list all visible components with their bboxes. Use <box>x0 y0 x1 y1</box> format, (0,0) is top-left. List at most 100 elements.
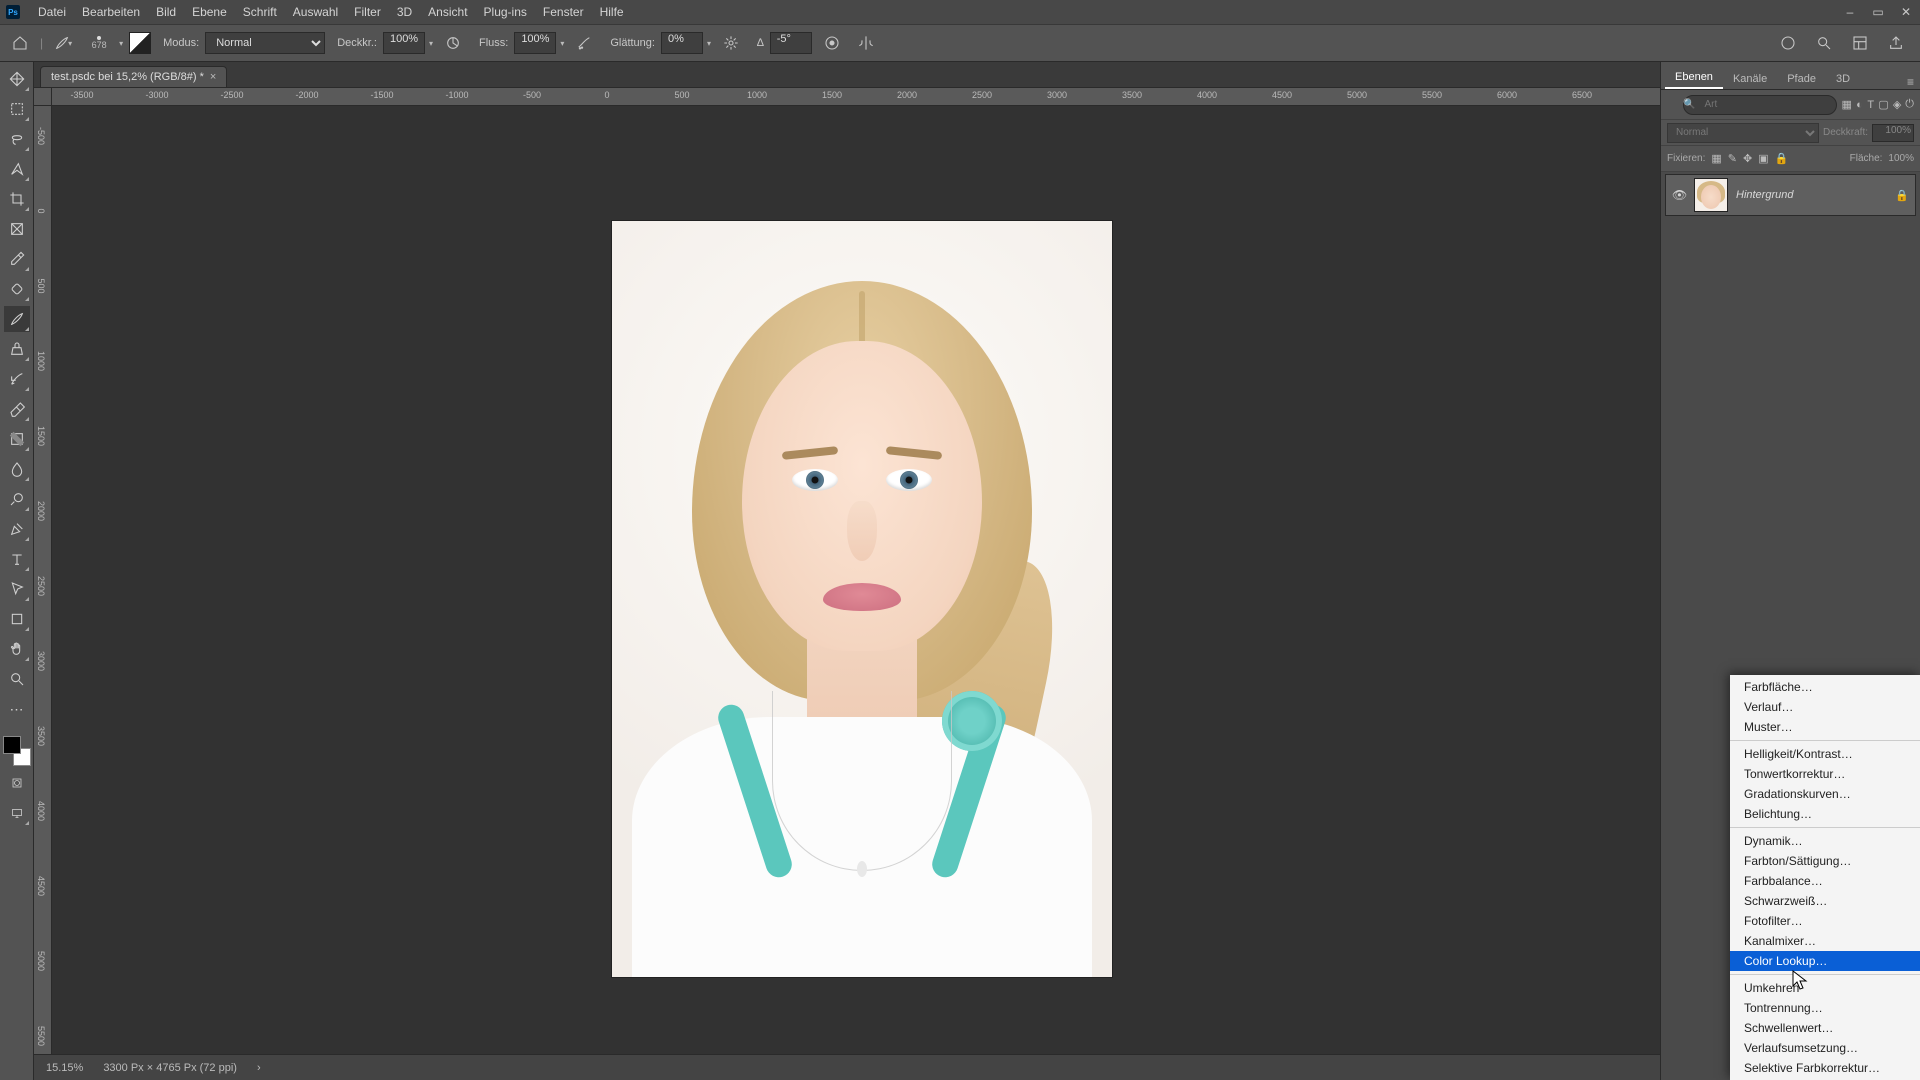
opacity-pressure-icon[interactable] <box>439 29 467 57</box>
filter-smart-icon[interactable]: ◈ <box>1893 97 1901 113</box>
menu-item[interactable]: Color Lookup… <box>1730 951 1920 971</box>
menu-ansicht[interactable]: Ansicht <box>420 0 475 24</box>
lock-artboard-icon[interactable]: ▣ <box>1758 152 1768 165</box>
tab-pfade[interactable]: Pfade <box>1777 69 1826 89</box>
menu-item[interactable]: Gradationskurven… <box>1730 784 1920 804</box>
tab-3d[interactable]: 3D <box>1826 69 1860 89</box>
menu-item[interactable]: Schwarzweiß… <box>1730 891 1920 911</box>
smoothing-field[interactable]: 0% <box>661 32 703 54</box>
window-restore-button[interactable]: ▭ <box>1864 0 1892 24</box>
symmetry-icon[interactable] <box>852 29 880 57</box>
quick-select-tool[interactable] <box>4 156 30 182</box>
menu-item[interactable]: Helligkeit/Kontrast… <box>1730 744 1920 764</box>
lock-all-icon[interactable]: 🔒 <box>1775 152 1789 165</box>
lock-move-icon[interactable]: ✥ <box>1743 152 1752 165</box>
brush-panel-toggle-icon[interactable] <box>129 32 151 54</box>
color-swatches[interactable] <box>3 736 31 766</box>
panel-menu-icon[interactable]: ≡ <box>1907 75 1920 89</box>
move-tool[interactable] <box>4 66 30 92</box>
gradient-tool[interactable] <box>4 426 30 452</box>
document-tab[interactable]: test.psdc bei 15,2% (RGB/8#) * × <box>40 66 227 87</box>
ruler-vertical[interactable]: -500050010001500200025003000350040004500… <box>34 106 52 1054</box>
menu-item[interactable]: Farbton/Sättigung… <box>1730 851 1920 871</box>
cloud-docs-icon[interactable] <box>1774 29 1802 57</box>
pressure-size-icon[interactable] <box>818 29 846 57</box>
menu-item[interactable]: Tonwertkorrektur… <box>1730 764 1920 784</box>
healing-brush-tool[interactable] <box>4 276 30 302</box>
search-icon[interactable] <box>1810 29 1838 57</box>
eyedropper-tool[interactable] <box>4 246 30 272</box>
layer-row[interactable]: 👁 Hintergrund 🔒 <box>1665 174 1916 216</box>
status-more-icon[interactable]: › <box>257 1062 261 1074</box>
smoothing-options-icon[interactable] <box>717 29 745 57</box>
menu-3d[interactable]: 3D <box>389 0 420 24</box>
menu-item[interactable]: Muster… <box>1730 717 1920 737</box>
crop-tool[interactable] <box>4 186 30 212</box>
home-icon[interactable] <box>6 29 34 57</box>
share-icon[interactable] <box>1882 29 1910 57</box>
zoom-tool[interactable] <box>4 666 30 692</box>
foreground-color-swatch[interactable] <box>3 736 21 754</box>
layer-visibility-icon[interactable]: 👁 <box>1672 188 1686 202</box>
flow-field[interactable]: 100% <box>514 32 556 54</box>
pen-tool[interactable] <box>4 516 30 542</box>
frame-tool[interactable] <box>4 216 30 242</box>
menu-schrift[interactable]: Schrift <box>235 0 285 24</box>
lock-pixels-icon[interactable]: ▦ <box>1711 152 1721 165</box>
menu-item[interactable]: Schwellenwert… <box>1730 1018 1920 1038</box>
brush-preview[interactable]: 678 <box>83 29 115 57</box>
marquee-tool[interactable] <box>4 96 30 122</box>
lasso-tool[interactable] <box>4 126 30 152</box>
menu-datei[interactable]: Datei <box>30 0 74 24</box>
edit-toolbar-icon[interactable]: ⋯ <box>4 696 30 722</box>
angle-field[interactable]: -5° <box>770 32 812 54</box>
airbrush-icon[interactable] <box>570 29 598 57</box>
menu-ebene[interactable]: Ebene <box>184 0 235 24</box>
layer-opacity-field[interactable]: 100% <box>1872 124 1914 142</box>
history-brush-tool[interactable] <box>4 366 30 392</box>
menu-item[interactable]: Verlauf… <box>1730 697 1920 717</box>
layer-lock-icon[interactable]: 🔒 <box>1895 189 1909 202</box>
fill-field[interactable]: 100% <box>1888 153 1914 164</box>
zoom-level[interactable]: 15.15% <box>46 1062 83 1074</box>
ruler-horizontal[interactable]: -3500-3000-2500-2000-1500-1000-500050010… <box>52 88 1660 106</box>
filter-shape-icon[interactable]: ▢ <box>1878 97 1888 113</box>
tab-close-icon[interactable]: × <box>210 71 216 83</box>
window-minimize-button[interactable]: – <box>1836 0 1864 24</box>
menu-hilfe[interactable]: Hilfe <box>592 0 632 24</box>
quick-mask-icon[interactable] <box>4 770 30 796</box>
window-close-button[interactable]: ✕ <box>1892 0 1920 24</box>
arrange-docs-icon[interactable] <box>1846 29 1874 57</box>
menu-item[interactable]: Fotofilter… <box>1730 911 1920 931</box>
blur-tool[interactable] <box>4 456 30 482</box>
layer-name[interactable]: Hintergrund <box>1736 189 1887 201</box>
clone-stamp-tool[interactable] <box>4 336 30 362</box>
menu-item[interactable]: Verlaufsumsetzung… <box>1730 1038 1920 1058</box>
type-tool[interactable] <box>4 546 30 572</box>
menu-item[interactable]: Tontrennung… <box>1730 998 1920 1018</box>
layer-thumbnail[interactable] <box>1694 178 1728 212</box>
hand-tool[interactable] <box>4 636 30 662</box>
layer-blend-mode-select[interactable]: Normal <box>1667 123 1819 143</box>
menu-bearbeiten[interactable]: Bearbeiten <box>74 0 148 24</box>
blend-mode-select[interactable]: Normal <box>205 32 325 54</box>
eraser-tool[interactable] <box>4 396 30 422</box>
menu-bild[interactable]: Bild <box>148 0 184 24</box>
filter-type-icon[interactable]: T <box>1867 97 1874 113</box>
menu-item[interactable]: Umkehren <box>1730 978 1920 998</box>
menu-plugins[interactable]: Plug-ins <box>476 0 535 24</box>
menu-item[interactable]: Farbfläche… <box>1730 677 1920 697</box>
lock-position-icon[interactable]: ✎ <box>1728 152 1737 165</box>
brush-tool[interactable] <box>4 306 30 332</box>
menu-item[interactable]: Farbbalance… <box>1730 871 1920 891</box>
filter-adjust-icon[interactable]: ◐ <box>1856 97 1863 113</box>
layer-filter-input[interactable] <box>1683 95 1837 115</box>
canvas-viewport[interactable] <box>52 106 1660 1054</box>
canvas[interactable] <box>612 221 1112 977</box>
menu-item[interactable]: Kanalmixer… <box>1730 931 1920 951</box>
menu-fenster[interactable]: Fenster <box>535 0 592 24</box>
dodge-tool[interactable] <box>4 486 30 512</box>
filter-pixel-icon[interactable]: ▦ <box>1841 97 1851 113</box>
document-info[interactable]: 3300 Px × 4765 Px (72 ppi) <box>103 1062 237 1074</box>
screen-mode-icon[interactable] <box>4 800 30 826</box>
